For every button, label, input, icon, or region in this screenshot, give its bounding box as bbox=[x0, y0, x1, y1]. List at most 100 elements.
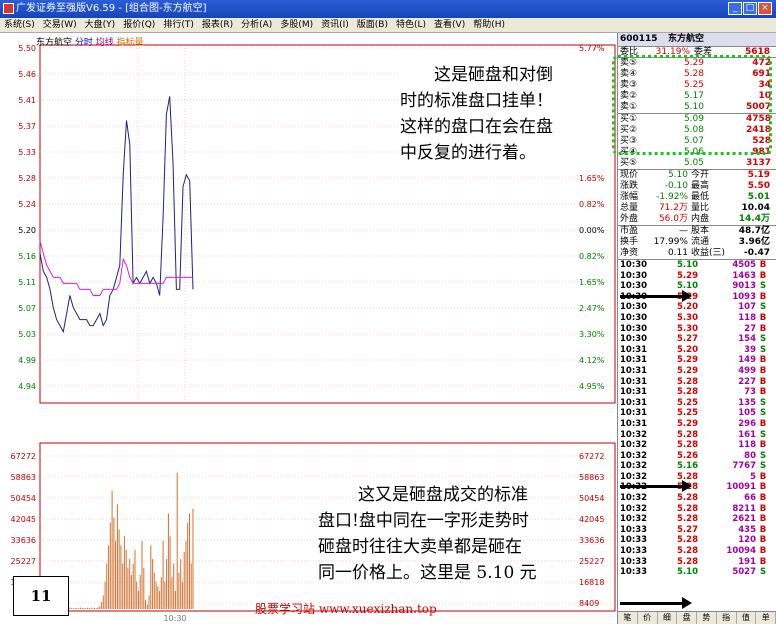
bottom-tab-4[interactable]: 势 bbox=[697, 612, 717, 624]
tick-volume: 296 bbox=[738, 418, 756, 429]
tick-time: 10:32 bbox=[620, 503, 648, 514]
stat-value: 56.0万 bbox=[658, 214, 688, 224]
stats2-list: 市盈 — 股本 48.7亿 换手 17.99% 流通 3.96亿 净资 0.11 收益(三) -0.4… bbox=[618, 225, 776, 259]
tick-row: 10:30 5.30 27 B bbox=[618, 324, 776, 335]
volume-tick-label: 42045 bbox=[11, 515, 36, 524]
stat2-label: 市盈 bbox=[620, 226, 639, 236]
price-tick-label: 5.20 bbox=[18, 226, 36, 235]
tick-row: 10:33 5.28 191 B bbox=[618, 557, 776, 568]
bottom-tab-6[interactable]: 值 bbox=[737, 612, 757, 624]
stat2-label-2: 股本 bbox=[691, 226, 710, 236]
tick-price: 5.29 bbox=[677, 270, 698, 281]
tick-row: 10:32 5.28 5 B bbox=[618, 472, 776, 483]
minimize-button[interactable]: _ bbox=[728, 2, 742, 15]
tick-row: 10:31 5.20 39 S bbox=[618, 345, 776, 356]
stat-label: 外盘 bbox=[620, 214, 639, 224]
tick-time: 10:30 bbox=[620, 260, 648, 270]
stat-label-2: 内盘 bbox=[691, 214, 710, 224]
close-button[interactable]: × bbox=[758, 2, 772, 15]
tick-row: 10:31 5.29 499 B bbox=[618, 366, 776, 377]
tab-indicator[interactable]: 指标量 bbox=[117, 38, 144, 48]
tick-price: 5.27 bbox=[677, 524, 698, 535]
menu-item-4[interactable]: 排行(T) bbox=[159, 18, 198, 33]
volume-tick-label: 33636 bbox=[11, 536, 36, 545]
stat-label-2: 最高 bbox=[691, 181, 710, 191]
menu-item-9[interactable]: 版面(B) bbox=[353, 18, 392, 33]
bid-row[interactable]: 买⑤ 5.05 3137 bbox=[618, 158, 776, 169]
stat-value-2: 14.4万 bbox=[738, 214, 770, 224]
tick-row: 10:32 5.28 161 S bbox=[618, 430, 776, 441]
tick-volume: 8211 bbox=[732, 503, 756, 514]
bottom-tab-2[interactable]: 细 bbox=[658, 612, 678, 624]
menu-item-12[interactable]: 帮助(H) bbox=[469, 18, 509, 33]
stat2-value-2: -0.47 bbox=[744, 248, 770, 258]
tab-time-share[interactable]: 分时 bbox=[75, 38, 93, 48]
arrow-1 bbox=[620, 290, 692, 302]
app-icon bbox=[3, 3, 14, 14]
tick-volume: 499 bbox=[738, 365, 756, 376]
tick-row: 10:32 5.16 7767 S bbox=[618, 461, 776, 472]
tick-direction: B bbox=[759, 482, 767, 493]
menu-item-10[interactable]: 特色(L) bbox=[392, 18, 430, 33]
volume-tick-label: 67272 bbox=[11, 452, 36, 461]
arrow-2 bbox=[620, 480, 692, 492]
tick-volume: 10094 bbox=[726, 546, 756, 557]
tick-price: 5.29 bbox=[677, 418, 698, 429]
stat-row: 现价 5.10 今开 5.19 bbox=[618, 170, 776, 181]
price-tick-label: 5.03 bbox=[18, 330, 36, 339]
bottom-tab-0[interactable]: 笔 bbox=[618, 612, 638, 624]
menu-item-6[interactable]: 分析(A) bbox=[237, 18, 276, 33]
tick-direction: B bbox=[759, 556, 767, 567]
tick-volume: 154 bbox=[738, 334, 756, 345]
price-series-1 bbox=[39, 240, 193, 296]
bottom-tab-3[interactable]: 盘 bbox=[677, 612, 697, 624]
tick-row: 10:30 5.10 4505 B bbox=[618, 260, 776, 271]
menu-item-8[interactable]: 资讯(I) bbox=[317, 18, 353, 33]
bottom-tab-5[interactable]: 指 bbox=[717, 612, 737, 624]
tick-time: 10:31 bbox=[620, 408, 648, 419]
stat2-label: 净资 bbox=[620, 248, 639, 258]
menu-item-5[interactable]: 报表(R) bbox=[198, 18, 237, 33]
bottom-tab-1[interactable]: 价 bbox=[638, 612, 658, 624]
menu-item-2[interactable]: 大盘(Y) bbox=[81, 18, 120, 33]
stat-value-2: 5.50 bbox=[747, 181, 770, 191]
chart-stock-name: 东方航空 bbox=[36, 38, 73, 48]
tick-volume: 161 bbox=[738, 429, 756, 440]
tick-price: 5.28 bbox=[677, 429, 698, 440]
tick-price: 5.27 bbox=[677, 334, 698, 345]
tick-time: 10:32 bbox=[620, 440, 648, 451]
tick-time: 10:31 bbox=[620, 344, 648, 355]
stat-row: 涨跌 -0.10 最高 5.50 bbox=[618, 181, 776, 192]
tick-row: 10:32 5.28 66 B bbox=[618, 493, 776, 504]
menu-item-0[interactable]: 系统(S) bbox=[0, 18, 39, 33]
tick-price: 5.26 bbox=[677, 450, 698, 461]
annotation-top-line: 这样的盘口在会在盘 bbox=[400, 117, 553, 137]
tick-direction: B bbox=[759, 535, 767, 546]
tick-time: 10:30 bbox=[620, 281, 648, 292]
tick-volume: 7767 bbox=[732, 461, 756, 472]
bottom-tab-7[interactable]: 单 bbox=[756, 612, 776, 624]
tick-price: 5.30 bbox=[677, 323, 698, 334]
stat2-row: 换手 17.99% 流通 3.96亿 bbox=[618, 237, 776, 248]
pct-tick-label: 4.95% bbox=[579, 382, 605, 391]
volume-right-tick-label: 58863 bbox=[579, 473, 604, 482]
tick-price: 5.28 bbox=[677, 514, 698, 525]
pct-tick-label: 1.65% bbox=[579, 278, 605, 287]
maximize-button[interactable]: □ bbox=[743, 2, 757, 15]
menu-item-11[interactable]: 查看(V) bbox=[430, 18, 469, 33]
tick-price: 5.28 bbox=[677, 546, 698, 557]
tick-price: 5.28 bbox=[677, 556, 698, 567]
stat-label: 涨跌 bbox=[620, 181, 639, 191]
stat2-label-2: 流通 bbox=[691, 237, 710, 247]
menu-item-3[interactable]: 报价(Q) bbox=[119, 18, 159, 33]
stat2-value: 0.11 bbox=[667, 248, 688, 258]
bid-price: 5.05 bbox=[683, 158, 704, 168]
tick-volume: 118 bbox=[738, 312, 756, 323]
tab-average[interactable]: 均线 bbox=[96, 38, 114, 48]
tick-price: 5.28 bbox=[677, 493, 698, 504]
tick-volume: 4505 bbox=[732, 260, 756, 270]
tick-row: 10:30 5.30 118 B bbox=[618, 313, 776, 324]
menu-item-7[interactable]: 多股(M) bbox=[276, 18, 317, 33]
tick-direction: S bbox=[759, 397, 767, 408]
menu-item-1[interactable]: 交易(W) bbox=[39, 18, 81, 33]
